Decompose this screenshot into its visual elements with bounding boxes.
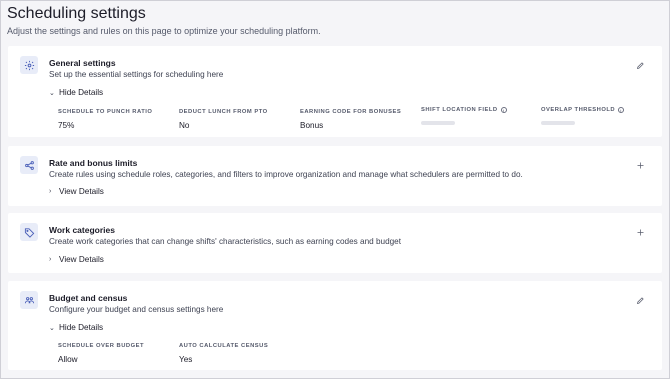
field-label-text: SHIFT LOCATION FIELD [421, 107, 498, 113]
toggle-label: View Details [59, 187, 104, 196]
field-label-text: OVERLAP THRESHOLD [541, 107, 616, 113]
info-icon[interactable]: i [500, 107, 507, 113]
chevron-down-icon: ⌄ [49, 324, 55, 332]
page-subtitle: Adjust the settings and rules on this pa… [7, 26, 321, 36]
plus-icon[interactable] [634, 159, 646, 171]
info-icon[interactable]: i [618, 107, 625, 113]
hide-details-toggle[interactable]: ⌄ Hide Details [49, 88, 103, 97]
field-value: No [179, 121, 190, 130]
field-label: SHIFT LOCATION FIELD i [421, 107, 507, 113]
plus-icon[interactable] [634, 226, 646, 238]
pencil-icon[interactable] [634, 59, 646, 71]
field-value: 75% [58, 121, 75, 130]
section-description: Set up the essential settings for schedu… [49, 70, 224, 79]
field-label: SCHEDULE OVER BUDGET [58, 343, 145, 349]
toggle-label: View Details [59, 255, 104, 264]
field-label: OVERLAP THRESHOLD i [541, 107, 625, 113]
budget-and-census-card: Budget and census Configure your budget … [8, 281, 662, 370]
section-title: Work categories [49, 225, 115, 235]
chevron-right-icon: › [49, 256, 52, 263]
general-settings-card: General settings Set up the essential se… [8, 46, 662, 137]
page-header: Scheduling settings Adjust the settings … [1, 1, 669, 37]
gear-icon [20, 56, 38, 74]
work-categories-card: Work categories Create work categories t… [8, 213, 662, 273]
tag-icon [20, 223, 38, 241]
field-label: EARNING CODE FOR BONUSES [300, 109, 402, 115]
rate-and-bonus-limits-card: Rate and bonus limits Create rules using… [8, 146, 662, 206]
section-description: Create rules using schedule roles, categ… [49, 170, 523, 179]
field-value: Yes [179, 355, 193, 364]
toggle-label: Hide Details [59, 323, 104, 332]
chevron-down-icon: ⌄ [49, 89, 55, 97]
field-label: AUTO CALCULATE CENSUS [179, 343, 269, 349]
page-title: Scheduling settings [7, 5, 146, 22]
field-auto-calculate-census: AUTO CALCULATE CENSUS Yes [179, 343, 268, 364]
section-title: General settings [49, 58, 116, 68]
loading-placeholder [421, 121, 455, 125]
view-details-toggle[interactable]: › View Details [49, 255, 104, 264]
section-description: Create work categories that can change s… [49, 237, 402, 246]
hide-details-toggle[interactable]: ⌄ Hide Details [49, 323, 103, 332]
field-value: Allow [58, 355, 78, 364]
share-nodes-icon [20, 156, 38, 174]
toggle-label: Hide Details [59, 88, 104, 97]
field-label: SCHEDULE TO PUNCH RATIO [58, 109, 153, 115]
loading-placeholder [541, 121, 575, 125]
field-schedule-over-budget: SCHEDULE OVER BUDGET Allow [58, 343, 144, 364]
section-description: Configure your budget and census setting… [49, 305, 224, 314]
section-title: Budget and census [49, 293, 128, 303]
pencil-icon[interactable] [634, 294, 646, 306]
field-deduct-lunch-from-pto: DEDUCT LUNCH FROM PTO No [179, 109, 268, 130]
field-earning-code-for-bonuses: EARNING CODE FOR BONUSES Bonus [300, 109, 401, 130]
chevron-right-icon: › [49, 188, 52, 195]
people-icon [20, 291, 38, 309]
field-value: Bonus [300, 121, 324, 130]
view-details-toggle[interactable]: › View Details [49, 187, 104, 196]
field-shift-location: SHIFT LOCATION FIELD i [421, 107, 507, 125]
field-schedule-to-punch-ratio: SCHEDULE TO PUNCH RATIO 75% [58, 109, 152, 130]
field-label: DEDUCT LUNCH FROM PTO [179, 109, 268, 115]
section-title: Rate and bonus limits [49, 158, 138, 168]
field-overlap-threshold: OVERLAP THRESHOLD i [541, 107, 625, 125]
